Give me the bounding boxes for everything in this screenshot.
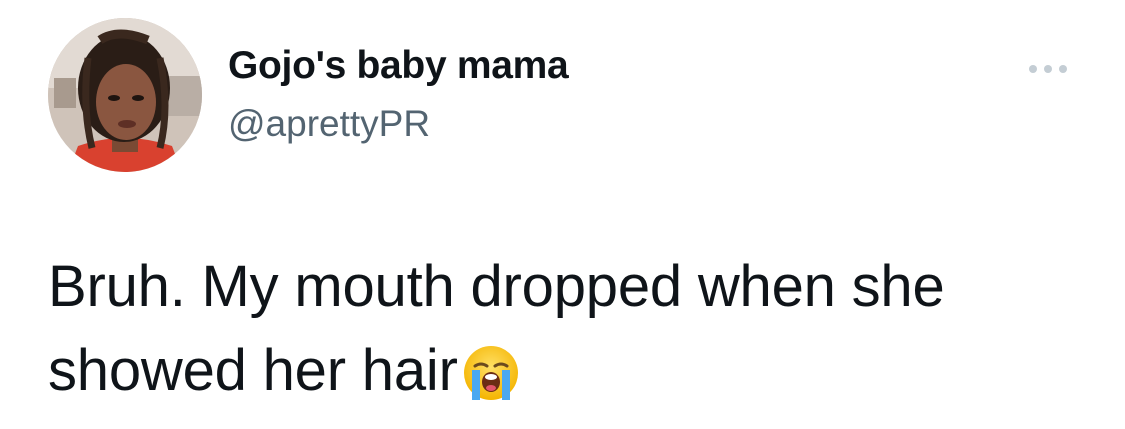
display-name[interactable]: Gojo's baby mama	[228, 44, 569, 88]
more-options-icon[interactable]	[1018, 54, 1078, 84]
more-dot	[1044, 65, 1052, 73]
tweet-text: Bruh. My mouth dropped when she showed h…	[48, 245, 1088, 425]
more-dot	[1059, 65, 1067, 73]
more-dot	[1029, 65, 1037, 73]
profile-photo	[48, 18, 202, 172]
tweet-card: Gojo's baby mama @aprettyPR Bruh. My mou…	[0, 0, 1125, 429]
loudly-crying-face-icon	[462, 341, 520, 425]
user-handle[interactable]: @aprettyPR	[228, 103, 430, 145]
tweet-text-line-2: showed her hair	[48, 338, 458, 403]
tweet-text-line-1: Bruh. My mouth dropped when she	[48, 254, 945, 319]
avatar[interactable]	[48, 18, 202, 172]
